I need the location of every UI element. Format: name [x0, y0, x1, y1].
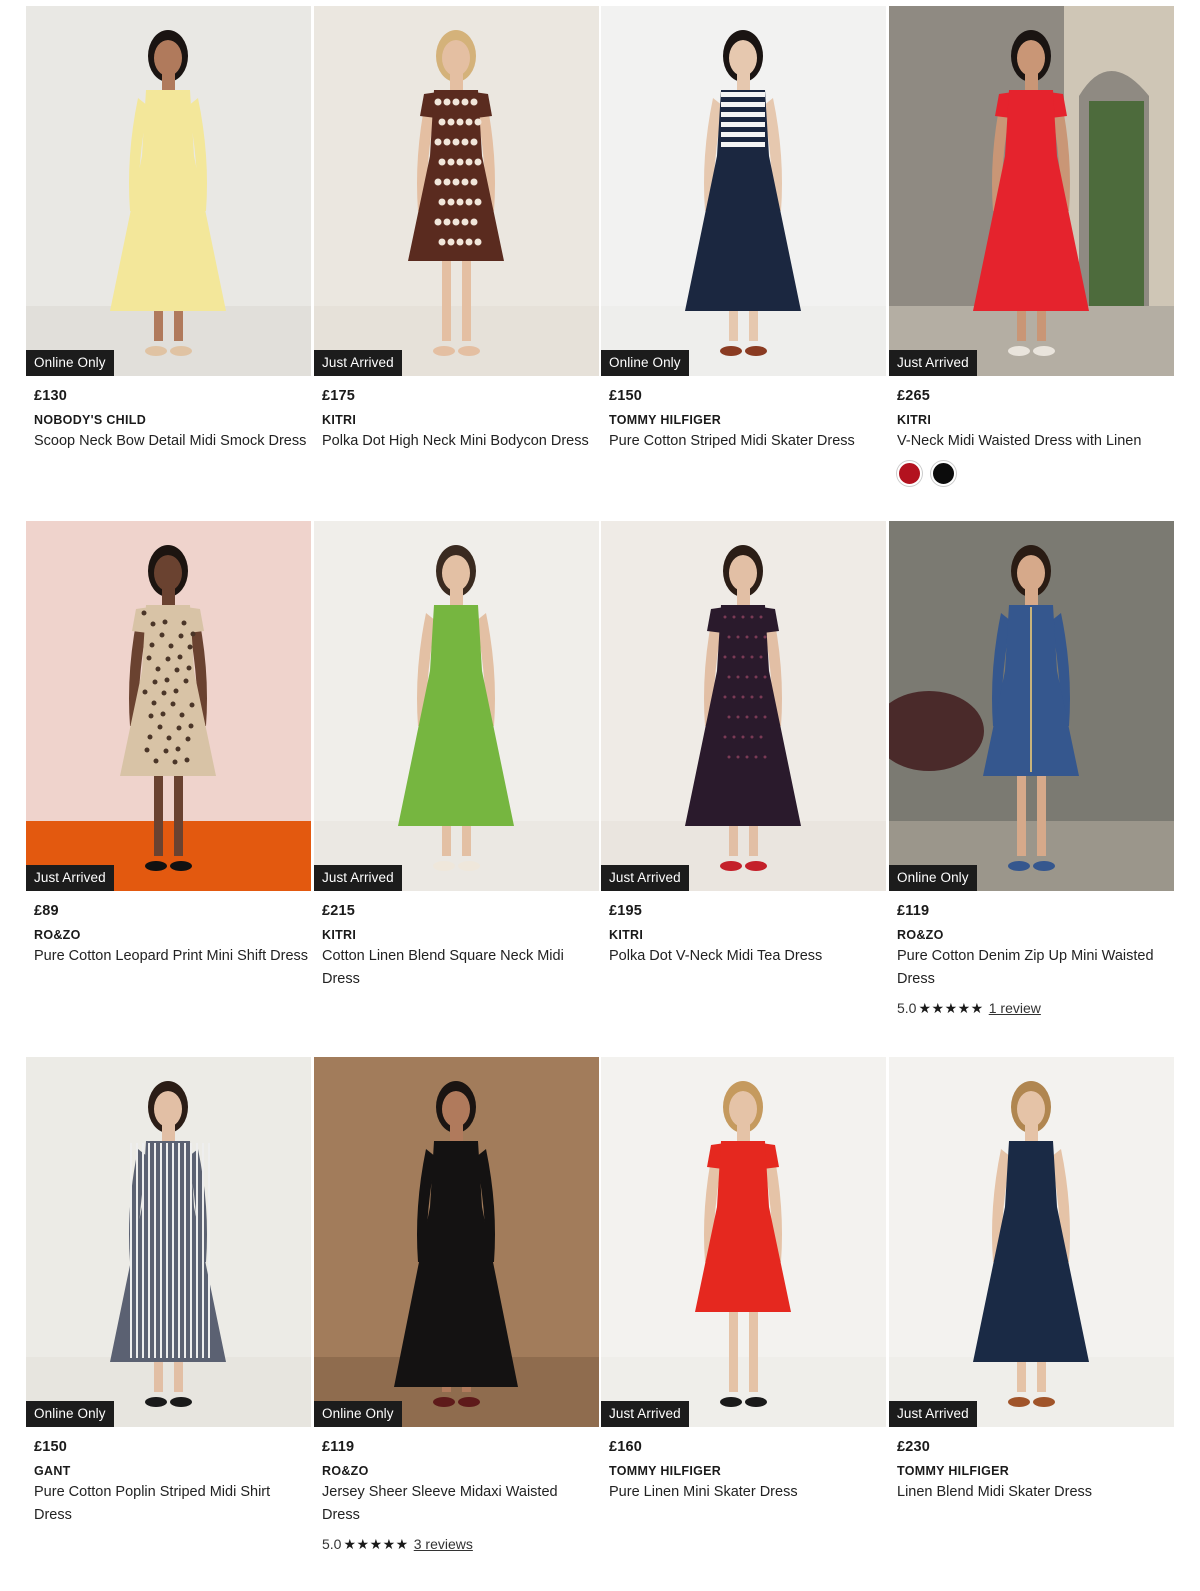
product-card[interactable]: Online Only £119 RO&ZO Jersey Sheer Sleeve …	[314, 1057, 599, 1567]
product-price: £230	[897, 1439, 931, 1455]
product-rating: 5.0 ★★★★★ 1 review	[897, 999, 1172, 1017]
product-image[interactable]: Just Arrived	[889, 6, 1174, 376]
product-price: £119	[897, 903, 930, 919]
product-title-link[interactable]: Polka Dot High Neck Mini Bodycon Dress	[322, 430, 597, 453]
product-info: £175 KITRI Polka Dot High Neck Mini Bodyco…	[322, 387, 597, 453]
product-brand: TOMMY HILFIGER	[897, 1464, 1010, 1478]
product-brand: KITRI	[322, 928, 357, 942]
product-card[interactable]: Online Only £150 GANT Pure Cotton Poplin St…	[26, 1057, 311, 1567]
product-badge: Just Arrived	[314, 865, 402, 891]
product-card[interactable]: Just Arrived £160 TOMMY HILFIGER Pure Linen…	[601, 1057, 886, 1567]
product-price: £175	[322, 388, 356, 404]
product-title-link[interactable]: Pure Linen Mini Skater Dress	[609, 1481, 884, 1504]
product-row: Online Only £150 GANT Pure Cotton Poplin St…	[26, 1057, 1174, 1567]
product-row: Online Only £130 NOBODY'S CHILD Scoop Neck …	[26, 6, 1174, 516]
rating-score: 5.0	[897, 1000, 917, 1016]
product-card[interactable]: Just Arrived £175 KITRI Polka Dot High Neck…	[314, 6, 599, 516]
product-price: £119	[322, 1439, 355, 1455]
product-card[interactable]: Just Arrived £195 KITRI Polka Dot V-Neck Mi…	[601, 521, 886, 1031]
product-brand: TOMMY HILFIGER	[609, 1464, 722, 1478]
product-title-link[interactable]: Linen Blend Midi Skater Dress	[897, 1481, 1172, 1504]
product-image[interactable]: Just Arrived	[314, 6, 599, 376]
product-image[interactable]: Online Only	[889, 521, 1174, 891]
color-swatches	[897, 461, 1172, 486]
product-info: £265 KITRI V-Neck Midi Waisted Dress with …	[897, 387, 1172, 486]
product-badge: Online Only	[601, 350, 689, 376]
product-price: £195	[609, 903, 643, 919]
product-title-link[interactable]: Scoop Neck Bow Detail Midi Smock Dress	[34, 430, 309, 453]
product-brand: NOBODY'S CHILD	[34, 413, 147, 427]
product-card[interactable]: Just Arrived £215 KITRI Cotton Linen Blend …	[314, 521, 599, 1031]
product-image[interactable]: Online Only	[26, 6, 311, 376]
color-swatch[interactable]	[897, 461, 922, 486]
product-badge: Online Only	[314, 1401, 402, 1427]
product-card[interactable]: Just Arrived £265 KITRI V-Neck Midi Waisted…	[889, 6, 1174, 516]
product-badge: Just Arrived	[26, 865, 114, 891]
product-title-link[interactable]: Jersey Sheer Sleeve Midaxi Waisted Dress	[322, 1481, 597, 1527]
product-badge: Online Only	[889, 865, 977, 891]
product-brand: TOMMY HILFIGER	[609, 413, 722, 427]
product-info: £195 KITRI Polka Dot V-Neck Midi Tea Dress	[609, 902, 884, 968]
product-badge: Just Arrived	[601, 865, 689, 891]
product-badge: Online Only	[26, 350, 114, 376]
product-info: £150 TOMMY HILFIGER Pure Cotton Striped Mi…	[609, 387, 884, 453]
product-title-link[interactable]: Pure Cotton Denim Zip Up Mini Waisted Dr…	[897, 945, 1172, 991]
product-info: £89 RO&ZO Pure Cotton Leopard Print Mini S…	[34, 902, 309, 968]
product-card[interactable]: Online Only £150 TOMMY HILFIGER Pure Cotton…	[601, 6, 886, 516]
color-swatch[interactable]	[931, 461, 956, 486]
product-title-link[interactable]: V-Neck Midi Waisted Dress with Linen	[897, 430, 1172, 453]
star-icons: ★★★★★	[343, 1536, 409, 1552]
product-card[interactable]: Just Arrived £89 RO&ZO Pure Cotton Leopard …	[26, 521, 311, 1031]
product-title-link[interactable]: Cotton Linen Blend Square Neck Midi Dres…	[322, 945, 597, 991]
product-brand: KITRI	[609, 928, 644, 942]
product-price: £150	[609, 388, 643, 404]
product-brand: RO&ZO	[897, 928, 944, 942]
reviews-link[interactable]: 3 reviews	[414, 1535, 473, 1553]
product-badge: Just Arrived	[601, 1401, 689, 1427]
product-badge: Online Only	[26, 1401, 114, 1427]
product-brand: RO&ZO	[322, 1464, 369, 1478]
product-image[interactable]: Online Only	[314, 1057, 599, 1427]
product-price: £160	[609, 1439, 643, 1455]
product-title-link[interactable]: Polka Dot V-Neck Midi Tea Dress	[609, 945, 884, 968]
product-brand: KITRI	[897, 413, 932, 427]
product-info: £119 RO&ZO Jersey Sheer Sleeve Midaxi Wais…	[322, 1438, 597, 1553]
product-brand: RO&ZO	[34, 928, 81, 942]
product-brand: KITRI	[322, 413, 357, 427]
product-brand: GANT	[34, 1464, 71, 1478]
product-price: £265	[897, 388, 931, 404]
star-icons: ★★★★★	[918, 1000, 984, 1016]
product-card[interactable]: Online Only £130 NOBODY'S CHILD Scoop Neck …	[26, 6, 311, 516]
product-info: £230 TOMMY HILFIGER Linen Blend Midi Skate…	[897, 1438, 1172, 1504]
product-image[interactable]: Just Arrived	[314, 521, 599, 891]
product-rating: 5.0 ★★★★★ 3 reviews	[322, 1535, 597, 1553]
rating-score: 5.0	[322, 1536, 342, 1552]
product-title-link[interactable]: Pure Cotton Poplin Striped Midi Shirt Dr…	[34, 1481, 309, 1527]
product-title-link[interactable]: Pure Cotton Leopard Print Mini Shift Dre…	[34, 945, 309, 968]
reviews-link[interactable]: 1 review	[989, 999, 1041, 1017]
product-price: £89	[34, 903, 59, 919]
product-price: £150	[34, 1439, 68, 1455]
product-image[interactable]: Just Arrived	[601, 1057, 886, 1427]
product-image[interactable]: Online Only	[26, 1057, 311, 1427]
product-price: £215	[322, 903, 356, 919]
product-info: £130 NOBODY'S CHILD Scoop Neck Bow Detail …	[34, 387, 309, 453]
product-card[interactable]: Online Only £119 RO&ZO Pure Cotton Denim Zi…	[889, 521, 1174, 1031]
product-image[interactable]: Online Only	[601, 6, 886, 376]
product-image[interactable]: Just Arrived	[26, 521, 311, 891]
product-row: Just Arrived £89 RO&ZO Pure Cotton Leopard …	[26, 521, 1174, 1031]
product-info: £160 TOMMY HILFIGER Pure Linen Mini Skater…	[609, 1438, 884, 1504]
product-info: £150 GANT Pure Cotton Poplin Striped Midi …	[34, 1438, 309, 1527]
product-image[interactable]: Just Arrived	[601, 521, 886, 891]
product-badge: Just Arrived	[314, 350, 402, 376]
product-badge: Just Arrived	[889, 1401, 977, 1427]
product-badge: Just Arrived	[889, 350, 977, 376]
product-card[interactable]: Just Arrived £230 TOMMY HILFIGER Linen Blen…	[889, 1057, 1174, 1567]
product-image[interactable]: Just Arrived	[889, 1057, 1174, 1427]
product-title-link[interactable]: Pure Cotton Striped Midi Skater Dress	[609, 430, 884, 453]
product-info: £119 RO&ZO Pure Cotton Denim Zip Up Mini W…	[897, 902, 1172, 1017]
product-price: £130	[34, 388, 68, 404]
product-info: £215 KITRI Cotton Linen Blend Square Neck …	[322, 902, 597, 991]
